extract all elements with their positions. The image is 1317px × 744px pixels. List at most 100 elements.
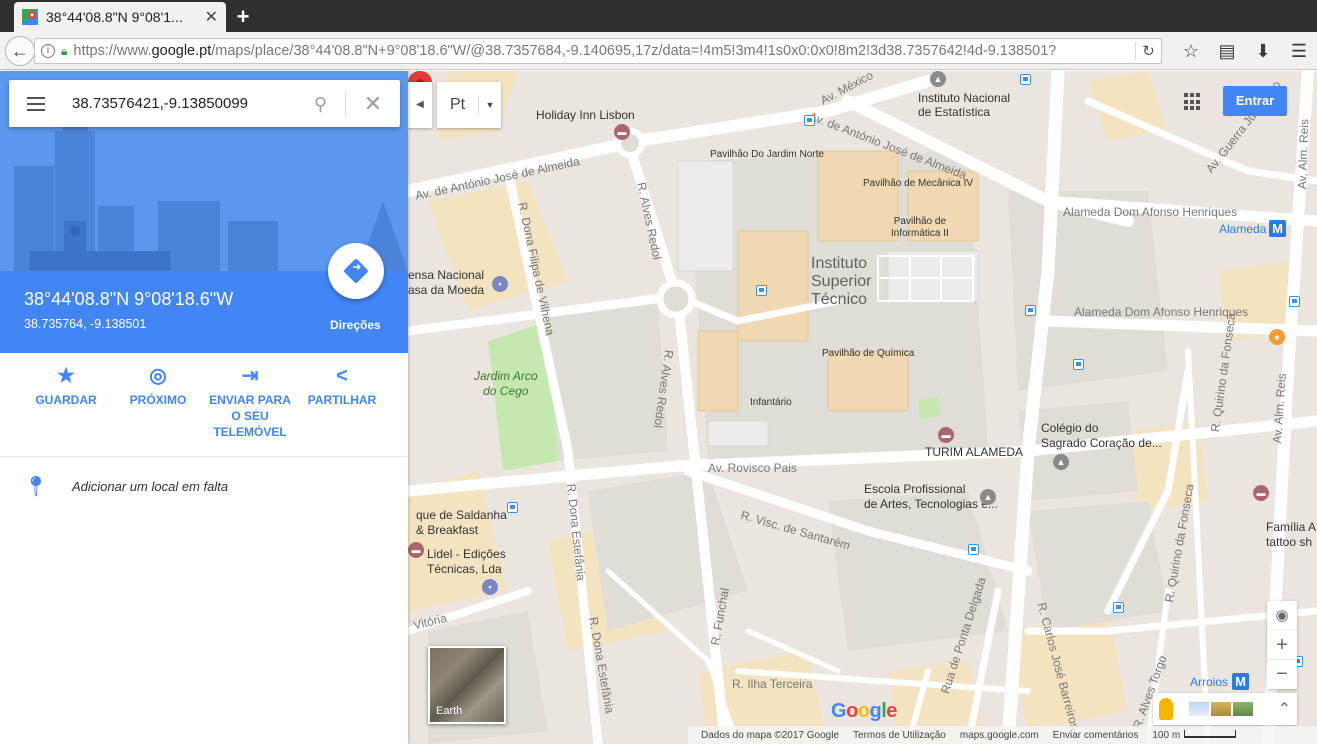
bus-stop-icon[interactable] [1113, 602, 1124, 613]
map-label-lidel[interactable]: Lidel - Edições Técnicas, Lda [427, 547, 506, 577]
hotel-icon[interactable]: ▬ [408, 542, 424, 558]
cafe-icon[interactable]: ● [1269, 329, 1285, 345]
nearby-label: PRÓXIMO [129, 393, 187, 407]
send-to-phone-button[interactable]: ⇥ ENVIAR PARA O SEU TELEMÓVEL [204, 365, 296, 440]
browser-tab[interactable]: 38°44'08.8"N 9°08'1... ✕ [14, 2, 226, 32]
reload-icon[interactable]: ↻ [1135, 42, 1161, 60]
info-icon[interactable]: i [41, 44, 55, 58]
map-label-alameda-station[interactable]: Alameda [1219, 222, 1266, 236]
map-label-jardim-arco-cego[interactable]: Jardim Arco do Cego [474, 369, 538, 399]
search-input[interactable] [63, 88, 296, 119]
reading-list-icon[interactable]: ▤ [1209, 41, 1245, 62]
back-arrow-icon[interactable]: ← [5, 36, 35, 66]
map-label-escola-profissional[interactable]: Escola Profissional de Artes, Tecnologia… [864, 482, 998, 512]
tab-close-icon[interactable]: ✕ [205, 7, 218, 27]
scale-bar[interactable]: 100 m [1152, 729, 1237, 741]
bus-stop-icon[interactable] [804, 115, 815, 126]
url-text[interactable]: https://www.google.pt/maps/place/38°44'0… [73, 43, 1135, 59]
search-icon[interactable]: ⚲ [296, 90, 346, 117]
feedback-link[interactable]: Enviar comentários [1053, 730, 1139, 741]
place-panel: 38°44'08.8"N 9°08'18.6"W 38.735764, -9.1… [0, 71, 408, 744]
map-label-pavilhao-quimica[interactable]: Pavilhão de Química [822, 348, 914, 359]
map-label-pavilhao-informatica[interactable]: Pavilhão de Informática II [891, 216, 949, 240]
address-bar[interactable]: i 🔒︎ https://www.google.pt/maps/place/38… [34, 38, 1162, 64]
map-label-pavilhao-jardim-norte[interactable]: Pavilhão Do Jardim Norte [710, 149, 824, 160]
map-label-arroios[interactable]: Arroios [1190, 675, 1228, 689]
map-label-familia[interactable]: Família A tattoo sh [1266, 520, 1316, 550]
hotel-icon[interactable]: ▬ [614, 124, 630, 140]
share-label: PARTILHAR [307, 393, 377, 407]
terms-link[interactable]: Termos de Utilização [853, 730, 946, 741]
map-label-ine[interactable]: Instituto Nacional de Estatística [918, 91, 1010, 119]
hamburger-menu-icon[interactable] [9, 96, 63, 111]
map-canvas[interactable]: Holiday Inn Lisbon ▬ Instituto Nacional … [408, 71, 1317, 744]
map-label-colegio[interactable]: Colégio do Sagrado Coração de... [1041, 421, 1162, 451]
place-title: 38°44'08.8"N 9°08'18.6"W [24, 289, 234, 309]
map-data-credit[interactable]: Dados do mapa ©2017 Google [701, 730, 839, 741]
bus-stop-icon[interactable] [1020, 74, 1031, 85]
zoom-control: + − [1267, 631, 1297, 689]
shop-icon[interactable]: ▪ [482, 579, 498, 595]
menu-icon[interactable]: ☰ [1281, 41, 1317, 62]
hotel-icon[interactable]: ▬ [938, 427, 954, 443]
map-label-holiday-inn[interactable]: Holiday Inn Lisbon [536, 108, 635, 122]
sign-in-button[interactable]: Entrar [1223, 86, 1287, 116]
metro-icon[interactable]: M [1269, 220, 1286, 237]
tab-title: 38°44'08.8"N 9°08'1... [46, 9, 183, 25]
nearby-button[interactable]: ◎ PRÓXIMO [112, 365, 204, 408]
collapse-panel-button[interactable]: ◀ [408, 82, 432, 128]
download-icon[interactable]: ⬇ [1245, 41, 1281, 62]
bookmark-star-icon[interactable]: ☆ [1173, 41, 1209, 62]
send-to-phone-icon: ⇥ [241, 365, 259, 387]
road-label: R. Ilha Terceira [732, 677, 813, 691]
zoom-out-button[interactable]: − [1267, 660, 1297, 689]
star-icon: ★ [57, 365, 75, 387]
close-icon[interactable]: ✕ [346, 91, 400, 117]
bus-stop-icon[interactable] [1289, 296, 1300, 307]
share-button[interactable]: < PARTILHAR [296, 365, 388, 408]
save-button[interactable]: ★ GUARDAR [20, 365, 112, 408]
pegman-icon[interactable] [1159, 698, 1173, 720]
imagery-thumb-icon[interactable] [1189, 702, 1209, 716]
nearby-icon: ◎ [149, 365, 167, 387]
new-tab-icon[interactable]: + [232, 4, 254, 30]
directions-label[interactable]: Direções [330, 318, 381, 332]
map-label-casa-moeda[interactable]: ensa Nacional asa da Moeda [408, 268, 484, 298]
zoom-in-button[interactable]: + [1267, 631, 1297, 660]
imagery-thumb-icon[interactable] [1211, 702, 1231, 716]
earth-toggle[interactable]: Earth [428, 646, 506, 724]
my-location-icon[interactable]: ◉ [1267, 601, 1297, 631]
map-label-turim-alameda[interactable]: TURIM ALAMEDA [925, 445, 1023, 459]
street-view-bar[interactable]: ⌃ [1153, 693, 1297, 725]
map-label-ist[interactable]: Instituto Superior Técnico [811, 255, 871, 309]
bus-stop-icon[interactable] [507, 502, 518, 513]
site-link[interactable]: maps.google.com [960, 730, 1039, 741]
map-label-saldanha[interactable]: que de Saldanha & Breakfast [416, 508, 507, 538]
search-box: ⚲ ✕ [9, 80, 400, 127]
bus-stop-icon[interactable] [968, 544, 979, 555]
chevron-up-icon[interactable]: ⌃ [1278, 699, 1291, 719]
add-missing-place[interactable]: 📍︎ Adicionar um local em falta [0, 471, 408, 501]
metro-icon[interactable]: M [1232, 673, 1249, 690]
institution-icon[interactable]: ▲ [930, 71, 946, 87]
bus-stop-icon[interactable] [1073, 359, 1084, 370]
browser-tab-bar: 38°44'08.8"N 9°08'1... ✕ + [0, 0, 1317, 32]
shop-icon[interactable]: ▪ [492, 276, 508, 292]
bus-stop-icon[interactable] [756, 285, 767, 296]
road-label: Av. Alm. Reis [1295, 118, 1312, 190]
directions-button[interactable] [328, 243, 384, 299]
school-icon[interactable]: ▲ [980, 489, 996, 505]
add-location-icon: 📍︎ [23, 475, 49, 498]
map-label-infantario[interactable]: Infantário [750, 397, 792, 408]
lock-icon[interactable]: 🔒︎ [61, 44, 67, 59]
browser-toolbar-icons: ☆ ▤ ⬇ ☰ [1173, 32, 1317, 70]
imagery-thumb-icon[interactable] [1233, 702, 1253, 716]
apps-grid-icon[interactable] [1184, 93, 1202, 111]
hotel-icon[interactable]: ▬ [1253, 485, 1269, 501]
road-label: Alameda Dom Afonso Henriques [1074, 305, 1249, 319]
layer-select[interactable]: Pt ▼ [437, 82, 501, 128]
school-icon[interactable]: ▲ [1053, 454, 1069, 470]
bus-stop-icon[interactable] [1025, 305, 1036, 316]
layer-select-value: Pt [437, 96, 479, 114]
map-footer: Dados do mapa ©2017 Google Termos de Uti… [688, 726, 1317, 744]
